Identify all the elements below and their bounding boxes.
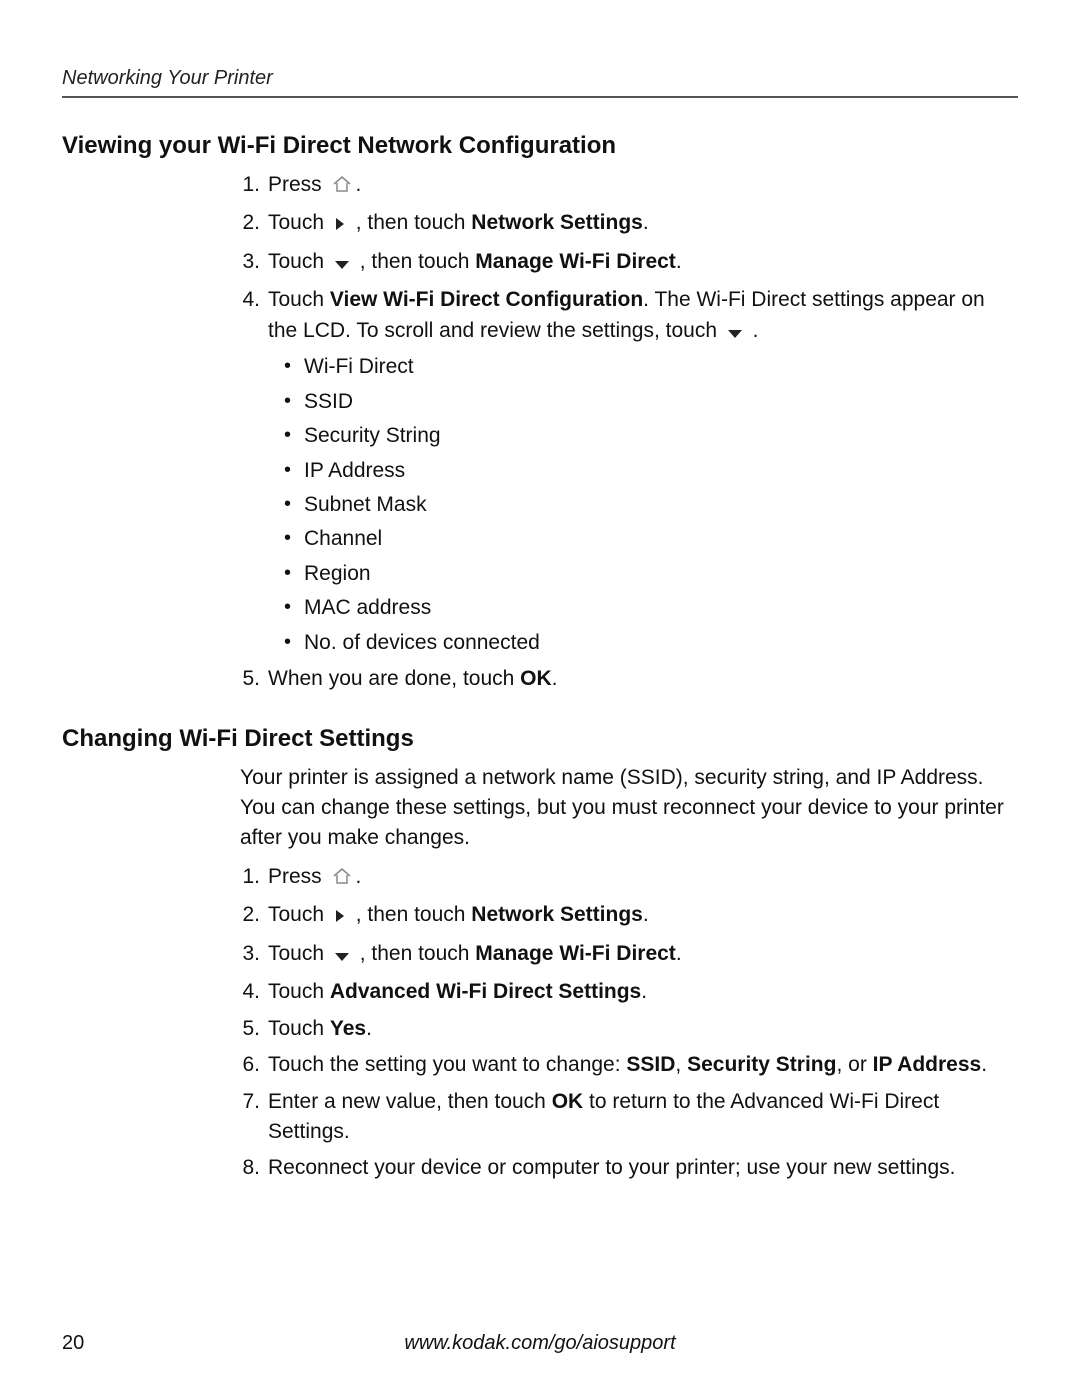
section-title-2: Changing Wi-Fi Direct Settings <box>62 725 1018 753</box>
bullet-item: SSID <box>268 387 1018 417</box>
step-2: 2. Touch , then touch Network Settings. <box>240 900 1018 932</box>
home-icon <box>332 172 352 202</box>
page-footer: 20 www.kodak.com/go/aiosupport <box>62 1332 1018 1355</box>
step-3: 3. Touch , then touch Manage Wi-Fi Direc… <box>240 247 1018 279</box>
bullet-item: Security String <box>268 421 1018 451</box>
step-1: 1. Press . <box>240 170 1018 202</box>
section-2-body: Your printer is assigned a network name … <box>240 763 1018 1184</box>
section-2-intro: Your printer is assigned a network name … <box>240 763 1018 854</box>
section-1-steps: 1. Press . 2. Touch , then touch Network… <box>240 170 1018 695</box>
bullet-item: MAC address <box>268 593 1018 623</box>
down-arrow-icon <box>727 318 743 348</box>
step-4: 4. Touch Advanced Wi-Fi Direct Settings. <box>240 977 1018 1007</box>
section-1-bullets: Wi-Fi Direct SSID Security String IP Add… <box>268 352 1018 658</box>
step-7: 7. Enter a new value, then touch OK to r… <box>240 1087 1018 1148</box>
bullet-item: No. of devices connected <box>268 628 1018 658</box>
section-title-1: Viewing your Wi-Fi Direct Network Config… <box>62 132 1018 160</box>
document-page: Networking Your Printer Viewing your Wi-… <box>0 0 1080 1397</box>
right-arrow-icon <box>334 210 346 240</box>
step-1: 1. Press . <box>240 862 1018 894</box>
step-5: 5. Touch Yes. <box>240 1014 1018 1044</box>
section-2-steps: 1. Press . 2. Touch , then touch Network… <box>240 862 1018 1184</box>
bullet-item: Channel <box>268 524 1018 554</box>
step-8: 8. Reconnect your device or computer to … <box>240 1153 1018 1183</box>
step-4: 4. Touch View Wi-Fi Direct Configuration… <box>240 285 1018 658</box>
right-arrow-icon <box>334 902 346 932</box>
footer-url: www.kodak.com/go/aiosupport <box>62 1332 1018 1355</box>
step-6: 6. Touch the setting you want to change:… <box>240 1050 1018 1080</box>
step-5: 5. When you are done, touch OK. <box>240 664 1018 694</box>
down-arrow-icon <box>334 249 350 279</box>
bullet-item: IP Address <box>268 456 1018 486</box>
bullet-item: Region <box>268 559 1018 589</box>
down-arrow-icon <box>334 941 350 971</box>
bullet-item: Wi-Fi Direct <box>268 352 1018 382</box>
step-3: 3. Touch , then touch Manage Wi-Fi Direc… <box>240 939 1018 971</box>
running-header: Networking Your Printer <box>62 67 1018 98</box>
step-2: 2. Touch , then touch Network Settings. <box>240 208 1018 240</box>
bullet-item: Subnet Mask <box>268 490 1018 520</box>
page-number: 20 <box>62 1332 84 1355</box>
section-1-body: 1. Press . 2. Touch , then touch Network… <box>240 170 1018 695</box>
home-icon <box>332 864 352 894</box>
